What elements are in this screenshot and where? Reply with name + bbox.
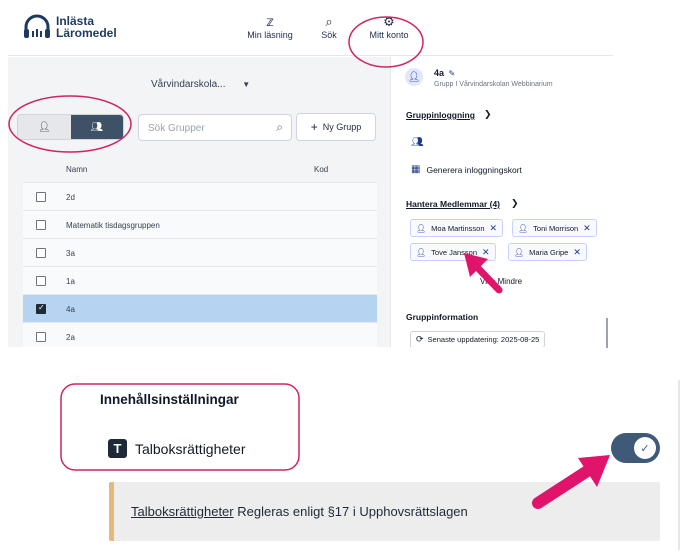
talbok-rights-link[interactable]: Talboksrättigheter <box>131 504 234 519</box>
chevron-down-icon: ▼ <box>242 80 251 89</box>
member-name: Moa Martinsson <box>431 223 485 233</box>
chevron-right-icon: ❯ <box>484 109 492 119</box>
remove-member-icon[interactable]: ✕ <box>490 223 498 234</box>
school-selector-value: Vårvindarskola... <box>151 79 226 90</box>
headphones-logo-icon <box>24 14 50 38</box>
table-row[interactable]: 2d <box>23 183 377 211</box>
group-details-panel: 👤︎ 4a ✎ Grupp I Vårvindarskolan Webbinar… <box>390 57 613 347</box>
nav-label: Sök <box>321 30 337 40</box>
row-name: 2d <box>66 193 75 202</box>
member-name: Maria Gripe <box>529 247 569 257</box>
member-chip: 👤︎ Toni Morrison ✕ <box>512 219 597 237</box>
table-row[interactable]: 3a <box>23 239 377 267</box>
groups-table: Namn Kod 2d Matematik tisdagsgruppen 3a … <box>23 155 377 347</box>
new-group-label: Ny Grupp <box>322 122 362 132</box>
brand-name-line2: Läromedel <box>56 26 117 40</box>
talbok-t-icon: T <box>108 439 127 458</box>
brand-logo[interactable]: Inlästa Läromedel <box>22 14 117 40</box>
person-icon: 👤︎ <box>416 247 427 257</box>
table-row[interactable]: Matematik tisdagsgruppen <box>23 211 377 239</box>
talbok-rights-label: Talboksrättigheter <box>135 441 246 457</box>
generate-login-cards-button[interactable]: ▦ Generera inloggningskort <box>411 164 522 175</box>
person-icon: 👤︎ <box>37 121 51 133</box>
table-header-row: Namn Kod <box>23 155 377 183</box>
member-name: Toni Morrison <box>533 223 579 233</box>
edit-pencil-icon[interactable]: ✎ <box>449 69 456 78</box>
group-avatar: 👤︎ <box>405 68 423 86</box>
row-name: 4a <box>66 305 75 314</box>
generate-cards-label: Generera inloggningskort <box>426 164 522 175</box>
nav-mitt-konto[interactable]: ⚙ Mitt konto <box>366 14 412 40</box>
page-scrollbar[interactable] <box>678 380 680 550</box>
person-icon: 👤︎ <box>416 223 427 233</box>
new-group-button[interactable]: + Ny Grupp <box>296 113 376 141</box>
chevron-right-icon: ❯ <box>511 198 519 208</box>
group-login-link[interactable]: Gruppinloggning <box>406 110 475 120</box>
person-icon: 👤︎ <box>518 223 529 233</box>
row-checkbox-checked[interactable] <box>36 303 46 314</box>
refresh-icon: ⟳ <box>416 334 424 344</box>
plus-icon: + <box>310 120 318 134</box>
talbok-rights-toggle[interactable]: ✓ <box>611 433 660 463</box>
manage-members-link[interactable]: Hantera Medlemmar (4) <box>406 199 500 209</box>
notice-text: Talboksrättigheter Regleras enligt §17 i… <box>131 504 468 519</box>
member-chip: 👤︎ Maria Gripe ✕ <box>508 243 587 261</box>
table-row-selected[interactable]: 4a <box>23 295 377 323</box>
search-icon: ⌕ <box>276 120 283 134</box>
table-row[interactable]: 2a <box>23 323 377 347</box>
last-updated-badge: ⟳ Senaste uppdatering: 2025-08-25 <box>410 331 546 347</box>
person-icon: 👤︎ <box>407 71 421 83</box>
row-checkbox[interactable] <box>36 220 46 230</box>
remove-member-icon[interactable]: ✕ <box>482 247 490 258</box>
row-name: 1a <box>66 277 75 286</box>
check-icon: ✓ <box>634 437 656 459</box>
show-less-button[interactable]: Visa Mindre <box>480 277 522 286</box>
screenshot-stage: Inlästa Läromedel 𝕫 Min läsning ⌕ Sök ⚙ … <box>0 0 683 554</box>
school-selector[interactable]: Vårvindarskola... ▼ <box>151 79 250 90</box>
view-toggle: 👤︎ 👥︎ <box>17 114 124 140</box>
content-settings-heading: Innehållsinställningar <box>100 392 239 407</box>
single-user-view-button[interactable]: 👤︎ <box>18 115 71 139</box>
remove-member-icon[interactable]: ✕ <box>573 247 581 258</box>
row-name: Matematik tisdagsgruppen <box>66 221 160 230</box>
table-row[interactable]: 1a <box>23 267 377 295</box>
row-checkbox[interactable] <box>36 276 46 286</box>
notice-body: Regleras enligt §17 i Upphovsrättslagen <box>233 504 468 519</box>
row-checkbox[interactable] <box>36 192 46 202</box>
last-updated-text: Senaste uppdatering: 2025-08-25 <box>427 335 540 344</box>
group-subtitle: Grupp I Vårvindarskolan Webbinarium <box>434 81 553 88</box>
group-name-heading: 4a ✎ <box>434 68 455 78</box>
group-icon: 👥︎ <box>411 137 424 148</box>
row-checkbox[interactable] <box>36 332 46 342</box>
person-icon: 👤︎ <box>514 247 525 257</box>
groups-list-panel: Vårvindarskola... ▼ 👤︎ 👥︎ Sök Grupper ⌕ … <box>8 57 390 347</box>
talbok-notice: Talboksrättigheter Regleras enligt §17 i… <box>109 482 660 541</box>
remove-member-icon[interactable]: ✕ <box>583 223 591 234</box>
row-checkbox[interactable] <box>36 248 46 258</box>
row-name: 2a <box>66 333 75 342</box>
qr-code-icon: ▦ <box>411 164 421 175</box>
scrollbar[interactable] <box>606 318 608 348</box>
row-name: 3a <box>66 249 75 258</box>
column-header-name: Namn <box>66 165 88 174</box>
search-icon: ⌕ <box>325 14 333 29</box>
group-name: 4a <box>434 68 445 78</box>
account-settings-icon: ⚙ <box>383 14 395 29</box>
nav-sok[interactable]: ⌕ Sök <box>317 14 341 40</box>
search-placeholder: Sök Grupper <box>148 123 205 134</box>
group-icon: 👥︎ <box>90 121 104 133</box>
nav-min-lasning[interactable]: 𝕫 Min läsning <box>244 14 296 40</box>
nav-label: Mitt konto <box>369 30 409 40</box>
group-search-input[interactable]: Sök Grupper ⌕ <box>138 114 292 141</box>
member-chip: 👤︎ Moa Martinsson ✕ <box>410 219 504 237</box>
top-navigation-bar: Inlästa Läromedel 𝕫 Min läsning ⌕ Sök ⚙ … <box>8 6 613 56</box>
nav-label: Min läsning <box>247 30 293 40</box>
column-header-code: Kod <box>314 165 329 174</box>
books-icon: 𝕫 <box>266 14 274 29</box>
member-name: Tove Jansson <box>431 247 478 257</box>
member-chip: 👤︎ Tove Jansson ✕ <box>410 243 496 261</box>
group-info-heading: Gruppinformation <box>406 312 479 322</box>
group-view-button[interactable]: 👥︎ <box>70 115 123 139</box>
